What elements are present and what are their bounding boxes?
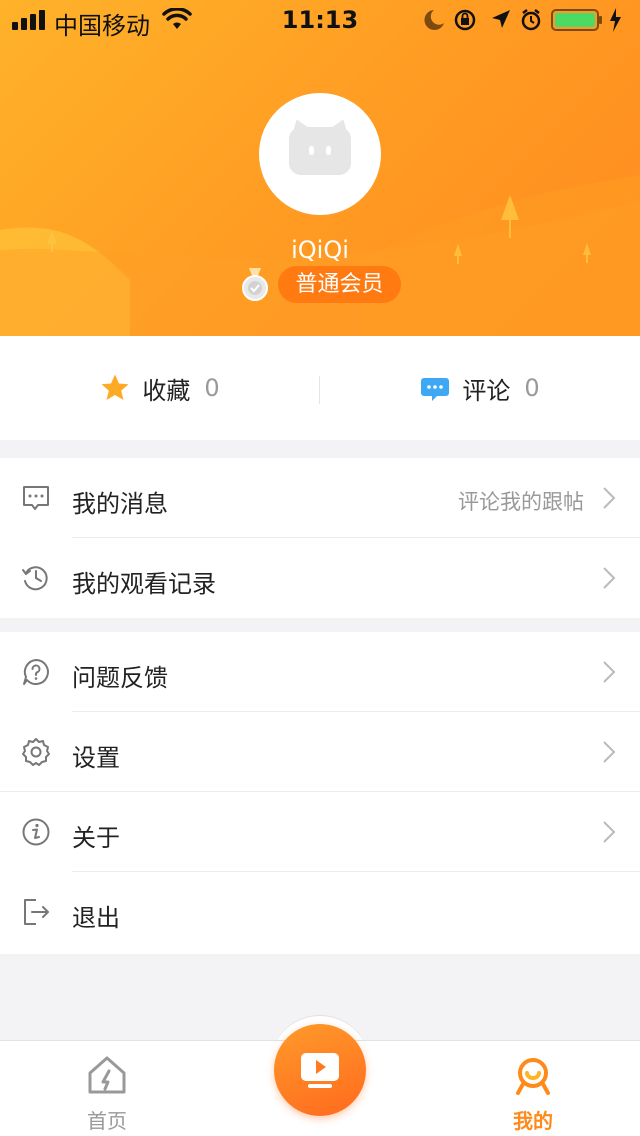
gear-icon xyxy=(22,738,50,766)
chevron-right-icon xyxy=(603,567,616,589)
tab-label-home: 首页 xyxy=(87,1109,127,1133)
menu-item-history[interactable]: 我的观看记录 xyxy=(0,538,640,618)
avatar[interactable] xyxy=(259,93,381,215)
member-level-badge: 普通会员 xyxy=(278,266,401,303)
moon-icon xyxy=(424,10,444,30)
medal-icon xyxy=(242,268,268,301)
status-bar: 中国移动 11:13 xyxy=(0,0,640,40)
comments-label: 评论 xyxy=(462,376,511,405)
alarm-icon xyxy=(521,9,541,31)
menu-group-general: 问题反馈 设置 关于 退出 xyxy=(0,632,640,954)
chevron-right-icon xyxy=(603,661,616,683)
star-icon xyxy=(101,374,129,400)
menu-label-history: 我的观看记录 xyxy=(72,570,216,598)
tab-home[interactable]: 首页 xyxy=(0,1041,214,1136)
charging-bolt-icon xyxy=(610,8,621,32)
menu-label-logout: 退出 xyxy=(72,904,120,932)
comments-count: 0 xyxy=(524,374,540,402)
menu-label-settings: 设置 xyxy=(72,744,120,772)
menu-label-about: 关于 xyxy=(72,824,120,852)
chevron-right-icon xyxy=(603,741,616,763)
chevron-right-icon xyxy=(603,821,616,843)
battery-icon xyxy=(551,9,602,31)
logout-icon xyxy=(24,899,49,925)
question-icon xyxy=(23,659,49,685)
rotation-lock-icon xyxy=(454,9,476,31)
info-icon xyxy=(22,818,50,846)
history-icon xyxy=(22,566,48,591)
location-icon xyxy=(492,10,510,28)
menu-hint-messages: 评论我的跟帖 xyxy=(458,490,584,514)
menu-item-logout[interactable]: 退出 xyxy=(0,872,640,952)
center-video-button[interactable] xyxy=(274,1024,366,1116)
avatar-cat-icon xyxy=(287,116,353,175)
favorites-label: 收藏 xyxy=(142,376,191,405)
comment-bubble-icon xyxy=(421,378,450,401)
menu-label-messages: 我的消息 xyxy=(72,490,168,518)
menu-item-feedback[interactable]: 问题反馈 xyxy=(0,632,640,712)
home-icon xyxy=(88,1056,126,1094)
tab-label-mine: 我的 xyxy=(513,1109,553,1133)
comments-stat[interactable]: 评论 0 xyxy=(320,336,640,440)
menu-label-feedback: 问题反馈 xyxy=(72,664,168,692)
menu-group-messages: 我的消息 评论我的跟帖 我的观看记录 xyxy=(0,458,640,618)
menu-item-about[interactable]: 关于 xyxy=(0,792,640,872)
menu-item-settings[interactable]: 设置 xyxy=(0,712,640,792)
status-right-icons xyxy=(424,8,621,32)
stats-bar: 收藏 0 评论 0 xyxy=(0,336,640,440)
tab-mine[interactable]: 我的 xyxy=(426,1041,640,1136)
favorites-count: 0 xyxy=(204,374,220,402)
profile-header: 中国移动 11:13 iQiQi 普通会员 xyxy=(0,0,640,336)
username: iQiQi xyxy=(291,236,349,264)
message-icon xyxy=(23,486,49,510)
menu-item-messages[interactable]: 我的消息 评论我的跟帖 xyxy=(0,458,640,538)
chevron-right-icon xyxy=(603,487,616,509)
video-play-icon xyxy=(301,1053,339,1088)
favorites-stat[interactable]: 收藏 0 xyxy=(0,336,320,440)
profile-icon xyxy=(516,1058,550,1095)
